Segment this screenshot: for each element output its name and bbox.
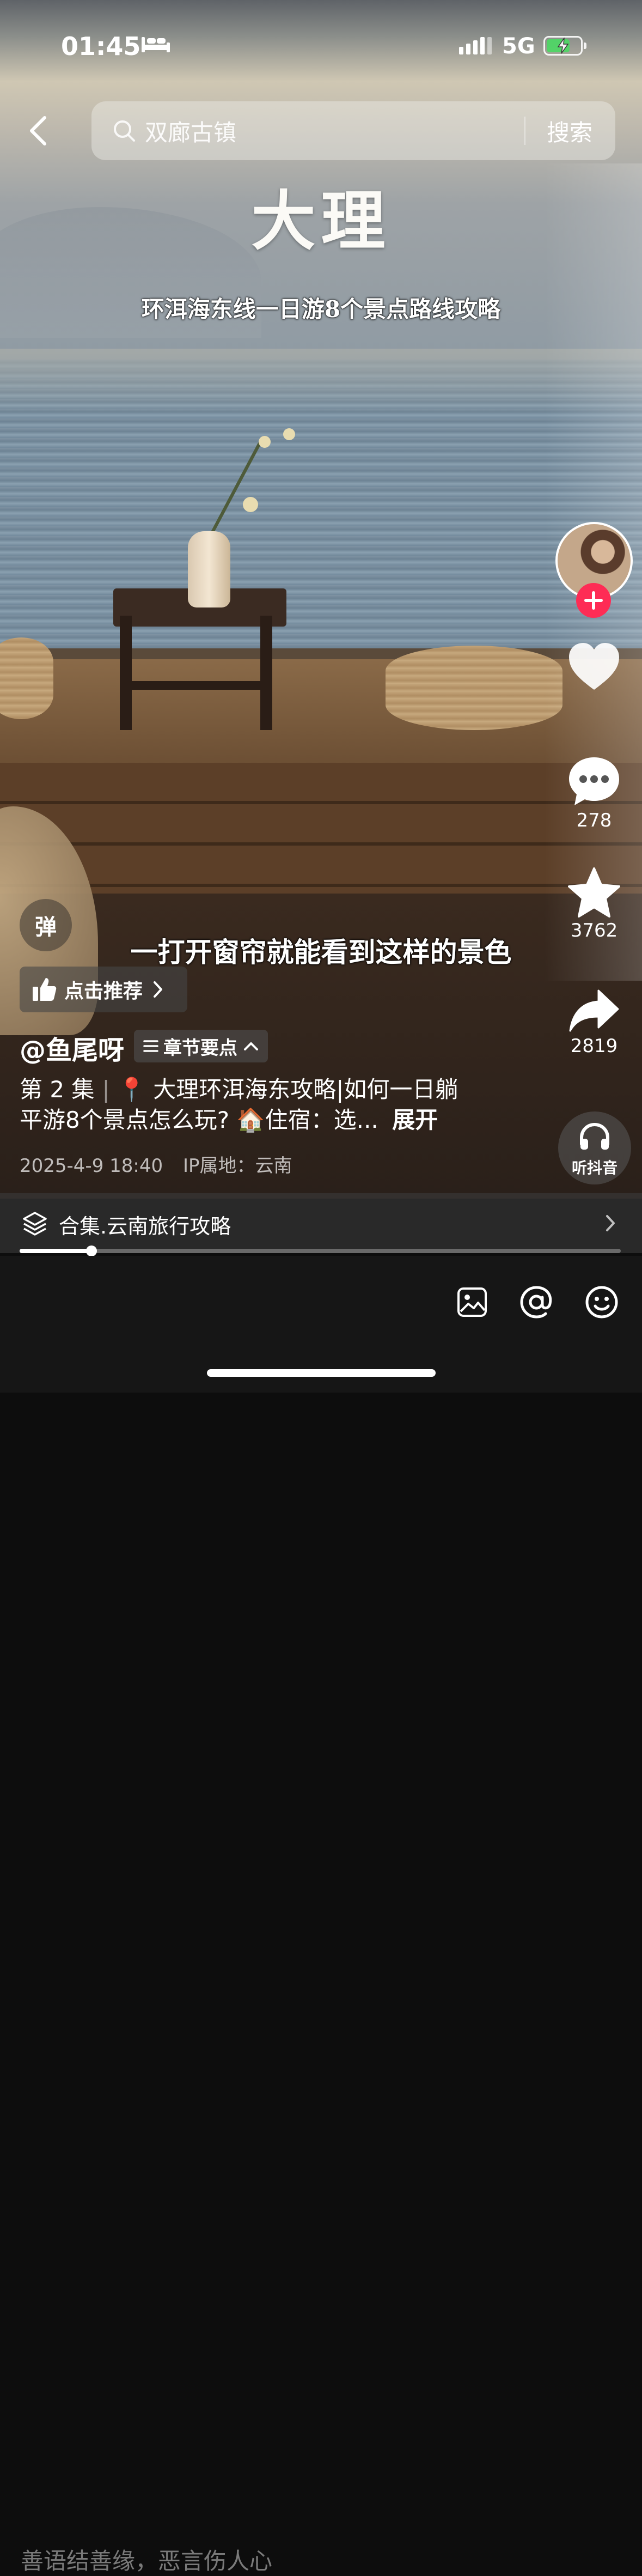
like-button[interactable] xyxy=(554,642,634,694)
episode-label: 第 2 集 xyxy=(20,1076,95,1103)
search-icon xyxy=(114,120,135,142)
status-time: 01:45 xyxy=(61,32,141,61)
comment-input[interactable]: 善语结善缘，恶言伤人心 xyxy=(21,2543,272,2576)
video-subtitle: 环洱海东线一日游8个景点路线攻略 xyxy=(141,296,501,323)
back-button[interactable] xyxy=(22,109,54,153)
image-icon[interactable] xyxy=(456,1286,488,1318)
video-progress-bar[interactable] xyxy=(20,1246,621,1256)
plus-icon xyxy=(584,591,603,610)
chevron-right-icon xyxy=(154,981,163,998)
video-caption: 一打开窗帘就能看到这样的景色 xyxy=(130,937,512,968)
star-icon xyxy=(568,867,620,918)
comment-button[interactable]: 278 xyxy=(554,755,634,831)
chapter-button[interactable]: 章节要点 xyxy=(134,1030,268,1062)
home-indicator[interactable] xyxy=(207,1369,436,1377)
search-button[interactable]: 搜索 xyxy=(547,114,592,148)
description-line-2: 平游8个景点怎么玩? 🏠住宿：选... 展开 xyxy=(20,1107,438,1133)
share-button[interactable]: 2819 xyxy=(554,987,634,1057)
recommend-label: 点击推荐 xyxy=(64,980,143,1003)
at-mention-icon[interactable] xyxy=(519,1285,553,1319)
cushion-right xyxy=(386,646,562,730)
battery-charging-icon xyxy=(543,36,586,56)
comment-bar: 善语结善缘，恶言伤人心 xyxy=(0,1256,642,2574)
emoji-icon[interactable] xyxy=(585,1285,619,1319)
headphones-icon xyxy=(580,1122,609,1150)
video-description[interactable]: 第 2 集 | 📍 大理环洱海东攻略|如何一日躺 平游8个景点怎么玩? 🏠住宿：选.… xyxy=(20,1074,499,1135)
comment-count: 278 xyxy=(576,810,612,831)
post-date: 2025-4-9 18:40 xyxy=(20,1155,163,1177)
author-name[interactable]: @鱼尾呀 xyxy=(20,1029,124,1067)
follow-button[interactable] xyxy=(576,583,611,618)
expand-button[interactable]: 展开 xyxy=(392,1107,438,1133)
search-input[interactable]: 双廊古镇 xyxy=(145,114,236,148)
collection-label: 合集.云南旅行攻略 xyxy=(59,1214,231,1238)
chevron-up-icon xyxy=(244,1042,258,1050)
chevron-left-icon xyxy=(30,116,46,145)
bed-icon xyxy=(142,37,170,52)
list-icon xyxy=(143,1040,158,1052)
layers-icon xyxy=(23,1212,47,1236)
recommend-button[interactable]: 点击推荐 xyxy=(20,967,187,1012)
video-frame[interactable]: 大理 环洱海东线一日游8个景点路线攻略 xyxy=(0,0,642,1393)
share-count: 2819 xyxy=(570,1035,618,1057)
description-line-1: 第 2 集 | 📍 大理环洱海东攻略|如何一日躺 xyxy=(20,1076,458,1103)
listen-douyin-button[interactable]: 听抖音 xyxy=(558,1111,631,1184)
video-title: 大理 xyxy=(251,183,391,259)
ip-location: IP属地：云南 xyxy=(182,1155,292,1177)
heart-icon xyxy=(569,643,619,690)
thumbs-up-icon xyxy=(33,978,57,1001)
vase xyxy=(188,531,230,607)
chapter-label: 章节要点 xyxy=(163,1037,237,1059)
collection-bar[interactable]: 合集.云南旅行攻略 xyxy=(0,1193,642,1253)
share-arrow-icon xyxy=(569,989,619,1032)
network-type: 5G xyxy=(502,34,535,59)
signal-icon xyxy=(459,37,492,54)
search-bar[interactable]: 双廊古镇 搜索 xyxy=(91,101,615,160)
comment-icon xyxy=(569,757,619,805)
post-meta: 2025-4-9 18:40 IP属地：云南 xyxy=(20,1151,292,1177)
chevron-right-icon xyxy=(606,1215,615,1231)
listen-label: 听抖音 xyxy=(571,1159,617,1177)
cushion-left xyxy=(0,637,53,719)
